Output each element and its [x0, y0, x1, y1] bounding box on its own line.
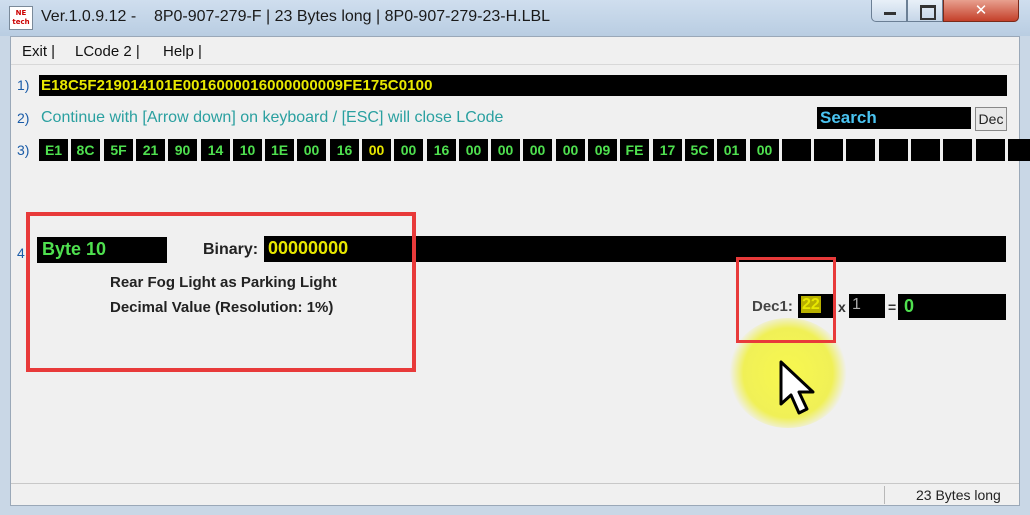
byte-cell[interactable]: 8C — [71, 139, 100, 161]
byte-cell[interactable]: E1 — [39, 139, 68, 161]
byte-cell[interactable]: 00 — [459, 139, 488, 161]
window-title: Ver.1.0.9.12 - 8P0-907-279-F | 23 Bytes … — [41, 8, 551, 25]
coding-hex-value: E18C5F219014101E0016000016000000009FE175… — [41, 77, 433, 94]
byte-cell[interactable]: 00 — [297, 139, 326, 161]
app-icon: NE tech — [9, 6, 33, 30]
minimize-button[interactable] — [871, 0, 907, 22]
byte-cell[interactable]: 21 — [136, 139, 165, 161]
row-number-1: 1) — [17, 77, 30, 93]
byte-cell[interactable]: 1E — [265, 139, 294, 161]
multiplier-field[interactable]: 1 — [849, 294, 885, 318]
status-divider — [884, 486, 885, 504]
mouse-pointer-icon — [779, 360, 815, 415]
row-number-4: 4 — [17, 245, 25, 261]
search-field[interactable]: Search — [817, 107, 971, 129]
byte-cell[interactable]: 10 — [233, 139, 262, 161]
byte-cell-empty[interactable] — [782, 139, 811, 161]
menu-lcode2[interactable]: LCode 2 | — [75, 43, 140, 60]
title-bar[interactable]: NE tech Ver.1.0.9.12 - 8P0-907-279-F | 2… — [0, 0, 1030, 36]
annotation-highlight-box-dec1 — [736, 257, 836, 343]
close-icon: ✕ — [974, 1, 988, 19]
byte-cell[interactable]: FE — [620, 139, 649, 161]
byte-cell[interactable]: 90 — [168, 139, 197, 161]
byte-cell-empty[interactable] — [879, 139, 908, 161]
menu-exit[interactable]: Exit | — [22, 43, 55, 60]
byte-cell-empty[interactable] — [814, 139, 843, 161]
annotation-highlight-box-byte — [26, 212, 416, 372]
byte-cell[interactable]: 00 — [491, 139, 520, 161]
byte-cell-empty[interactable] — [1008, 139, 1030, 161]
byte-cell[interactable]: 00 — [750, 139, 779, 161]
byte-cell[interactable]: 09 — [588, 139, 617, 161]
byte-cell[interactable]: 00 — [394, 139, 423, 161]
byte-cell-empty[interactable] — [911, 139, 940, 161]
byte-cell[interactable]: 17 — [653, 139, 682, 161]
menu-bar: Exit | LCode 2 | Help | — [11, 37, 1019, 65]
status-byte-count: 23 Bytes long — [916, 487, 1001, 503]
instruction-hint: Continue with [Arrow down] on keyboard /… — [41, 109, 504, 126]
row-number-2: 2) — [17, 110, 30, 126]
multiply-sign: x — [838, 299, 846, 315]
coding-hex-field[interactable]: E18C5F219014101E0016000016000000009FE175… — [39, 75, 1007, 96]
byte-cell-empty[interactable] — [943, 139, 972, 161]
row-number-3: 3) — [17, 142, 30, 158]
byte-cell[interactable]: 14 — [201, 139, 230, 161]
byte-grid: E1 8C 5F 21 90 14 10 1E 00 16 00 00 16 00 00 00 00 09 FE 17… — [39, 139, 1030, 163]
byte-cell[interactable]: 16 — [330, 139, 359, 161]
byte-cell[interactable]: 00 — [523, 139, 552, 161]
result-field: 0 — [898, 294, 1006, 320]
byte-cell[interactable]: 01 — [717, 139, 746, 161]
menu-help[interactable]: Help | — [163, 43, 202, 60]
status-bar: 23 Bytes long — [11, 483, 1019, 505]
byte-cell[interactable]: 5C — [685, 139, 714, 161]
byte-cell-empty[interactable] — [976, 139, 1005, 161]
equals-sign: = — [888, 299, 897, 315]
byte-cell[interactable]: 00 — [556, 139, 585, 161]
dec-button[interactable]: Dec — [975, 107, 1007, 131]
close-button[interactable]: ✕ — [943, 0, 1019, 22]
byte-cell[interactable]: 16 — [427, 139, 456, 161]
lcode-window: NE tech Ver.1.0.9.12 - 8P0-907-279-F | 2… — [0, 0, 1030, 515]
maximize-button[interactable] — [907, 0, 943, 22]
byte-cell[interactable]: 5F — [104, 139, 133, 161]
byte-cell-empty[interactable] — [846, 139, 875, 161]
byte-cell[interactable]: 00 — [362, 139, 391, 161]
